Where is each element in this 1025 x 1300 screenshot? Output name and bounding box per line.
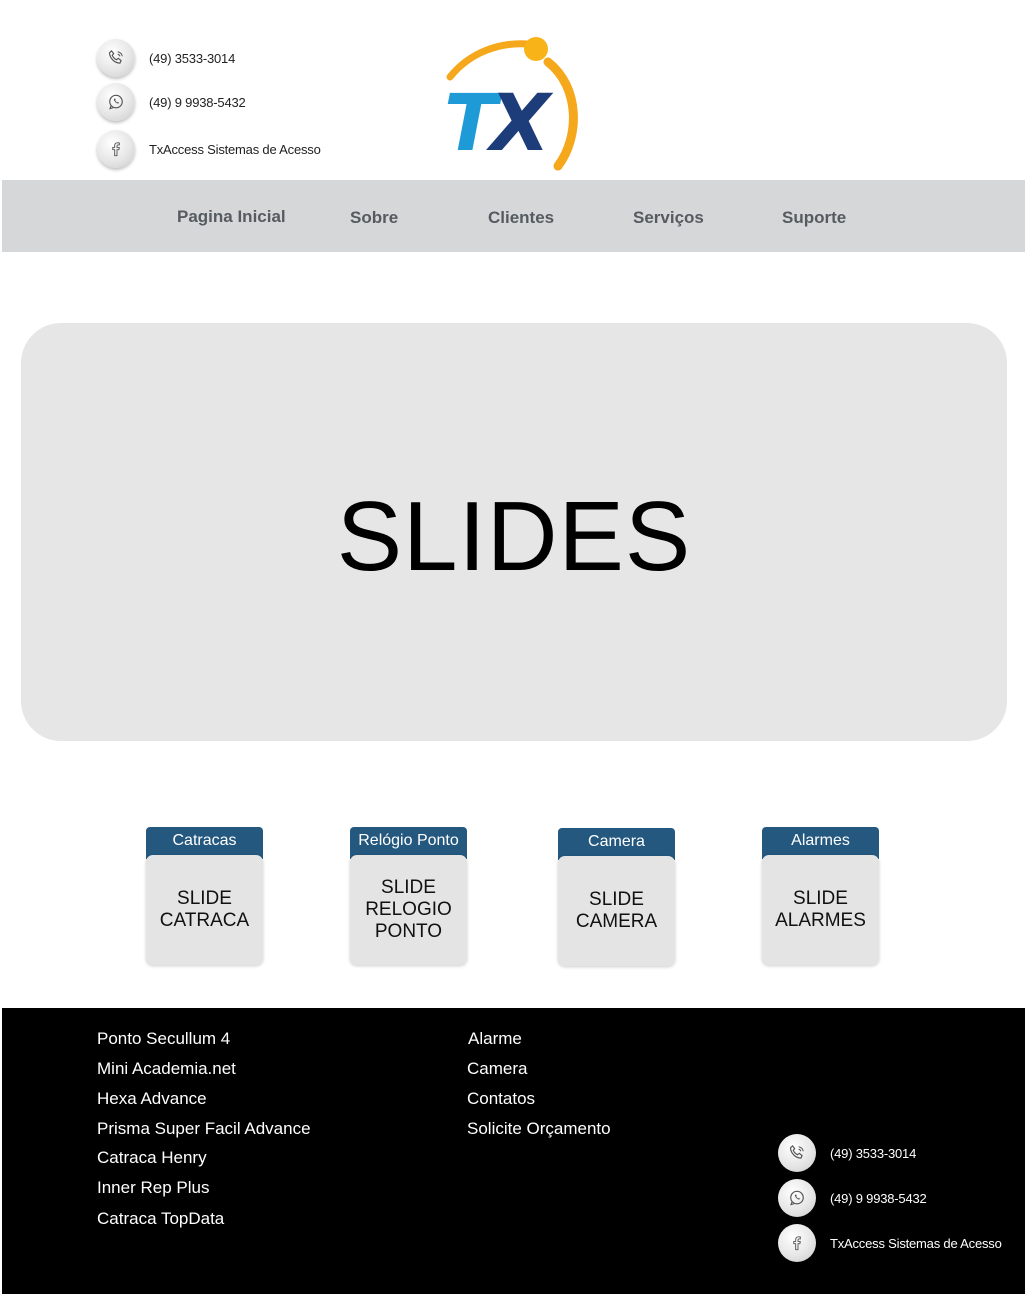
card-body-line: ALARMES <box>775 910 866 931</box>
phone-icon <box>97 39 135 77</box>
footer-product-link[interactable]: Catraca Henry <box>97 1148 207 1168</box>
whatsapp-icon <box>778 1179 816 1217</box>
card-body-line: PONTO <box>374 921 443 942</box>
card-body: SLIDE ALARMES <box>762 855 879 965</box>
footer-product-link[interactable]: Hexa Advance <box>97 1089 207 1109</box>
tx-logo[interactable]: T X <box>440 32 585 172</box>
facebook-icon <box>97 130 135 168</box>
nav-sobre[interactable]: Sobre <box>350 208 398 228</box>
footer-facebook-text: TxAccess Sistemas de Acesso <box>830 1235 1002 1251</box>
footer-contact-facebook[interactable]: TxAccess Sistemas de Acesso <box>778 1224 1002 1262</box>
footer-product-link[interactable]: Prisma Super Facil Advance <box>97 1119 311 1139</box>
main-navigation: Pagina Inicial Sobre Clientes Serviços S… <box>2 180 1025 252</box>
card-body-line: SLIDE <box>381 877 436 898</box>
footer-contact-phone[interactable]: (49) 3533-3014 <box>778 1134 916 1172</box>
footer: Ponto Secullum 4 Mini Academia.net Hexa … <box>2 1008 1025 1294</box>
footer-product-link[interactable]: Inner Rep Plus <box>97 1178 209 1198</box>
nav-clientes[interactable]: Clientes <box>488 208 554 228</box>
header-contact-facebook[interactable]: TxAccess Sistemas de Acesso <box>97 130 321 168</box>
footer-link-orcamento[interactable]: Solicite Orçamento <box>467 1119 611 1139</box>
footer-product-link[interactable]: Catraca TopData <box>97 1209 224 1229</box>
facebook-icon <box>778 1224 816 1262</box>
phone-icon <box>778 1134 816 1172</box>
card-alarmes[interactable]: Alarmes SLIDE ALARMES <box>762 827 879 965</box>
card-body: SLIDE RELOGIO PONTO <box>350 855 467 965</box>
card-camera[interactable]: Camera SLIDE CAMERA <box>558 828 675 966</box>
nav-suporte[interactable]: Suporte <box>782 208 846 228</box>
card-body-line: CAMERA <box>575 911 658 932</box>
footer-product-link[interactable]: Mini Academia.net <box>97 1059 236 1079</box>
footer-phone-text: (49) 3533-3014 <box>830 1145 917 1161</box>
logo-letter-x: X <box>486 79 554 169</box>
card-catracas[interactable]: Catracas SLIDE CATRACA <box>146 827 263 965</box>
footer-link-contatos[interactable]: Contatos <box>467 1089 535 1109</box>
card-body-line: SLIDE <box>793 888 848 909</box>
header-contact-phone[interactable]: (49) 3533-3014 <box>97 39 235 77</box>
footer-whatsapp-text: (49) 9 9938-5432 <box>830 1190 927 1206</box>
footer-product-link[interactable]: Ponto Secullum 4 <box>97 1029 230 1049</box>
nav-servicos[interactable]: Serviços <box>633 208 704 228</box>
footer-contact-whatsapp[interactable]: (49) 9 9938-5432 <box>778 1179 927 1217</box>
card-body: SLIDE CATRACA <box>146 855 263 965</box>
header-phone-text: (49) 3533-3014 <box>149 50 236 66</box>
hero-title: SLIDES <box>336 480 692 591</box>
header-contact-whatsapp[interactable]: (49) 9 9938-5432 <box>97 83 246 121</box>
card-body-line: CATRACA <box>159 910 250 931</box>
nav-pagina-inicial[interactable]: Pagina Inicial <box>177 207 286 227</box>
footer-link-alarme[interactable]: Alarme <box>468 1029 522 1049</box>
card-body: SLIDE CAMERA <box>558 856 675 966</box>
card-relogio-ponto[interactable]: Relógio Ponto SLIDE RELOGIO PONTO <box>350 827 467 965</box>
card-body-line: SLIDE <box>177 888 232 909</box>
whatsapp-icon <box>97 83 135 121</box>
footer-link-camera[interactable]: Camera <box>467 1059 527 1079</box>
header-facebook-text: TxAccess Sistemas de Acesso <box>149 141 321 157</box>
hero-slider[interactable]: SLIDES <box>21 323 1007 741</box>
card-body-line: SLIDE <box>589 889 644 910</box>
header-whatsapp-text: (49) 9 9938-5432 <box>149 94 246 110</box>
card-body-line: RELOGIO <box>365 899 452 920</box>
